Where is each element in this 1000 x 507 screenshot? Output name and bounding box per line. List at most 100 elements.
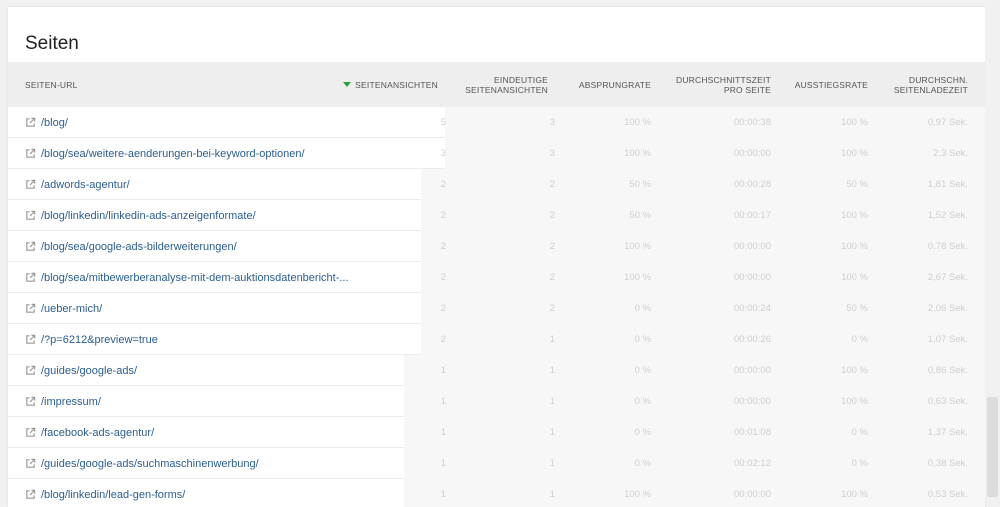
external-link-icon[interactable] (25, 210, 36, 221)
page-url-link[interactable]: /adwords-agentur/ (41, 179, 130, 191)
cell-load-time: 1,07 Sek. (927, 334, 968, 345)
page-url-link[interactable]: /blog/ (41, 117, 68, 129)
table-row: /blog/sea/weitere-aenderungen-bei-keywor… (8, 138, 985, 169)
cell-unique-pageviews: 1 (549, 489, 555, 500)
external-link-icon[interactable] (25, 117, 36, 128)
cell-url: /guides/google-ads/ (25, 355, 137, 386)
cell-unique-pageviews: 2 (549, 210, 555, 221)
cell-url: /blog/sea/weitere-aenderungen-bei-keywor… (25, 138, 305, 169)
cell-exit-rate: 100 % (841, 272, 868, 283)
cell-avg-time: 00:00:00 (734, 148, 771, 159)
column-header-exit-rate[interactable]: Ausstiegsrate (768, 62, 868, 107)
cell-load-time: 2,67 Sek. (927, 272, 968, 283)
page-url-link[interactable]: /blog/sea/mitbewerberanalyse-mit-dem-auk… (41, 272, 349, 284)
page-url-link[interactable]: /ueber-mich/ (41, 303, 102, 315)
page-url-link[interactable]: /blog/linkedin/linkedin-ads-anzeigenform… (41, 210, 256, 222)
cell-exit-rate: 100 % (841, 210, 868, 221)
table-row: /impressum/1 1 0 % 00:00:00 100 % 0,63 Sek. (8, 386, 985, 417)
cell-avg-time: 00:00:24 (734, 303, 771, 314)
column-header-unique-pageviews-label: Eindeutige Seitenansichten (465, 74, 548, 95)
external-link-icon[interactable] (25, 365, 36, 376)
cell-avg-time: 00:00:00 (734, 489, 771, 500)
vertical-scrollbar[interactable] (985, 7, 1000, 500)
cell-unique-pageviews: 1 (549, 458, 555, 469)
cell-url: /blog/linkedin/lead-gen-forms/ (25, 479, 185, 507)
scrollbar-thumb[interactable] (987, 397, 998, 497)
external-link-icon[interactable] (25, 427, 36, 438)
cell-url: /blog/ (25, 107, 68, 138)
cell-load-time: 1,52 Sek. (927, 210, 968, 221)
cell-bounce-rate: 100 % (624, 489, 651, 500)
external-link-icon[interactable] (25, 303, 36, 314)
cell-bounce-rate: 50 % (629, 210, 651, 221)
cell-load-time: 0,53 Sek. (927, 489, 968, 500)
external-link-icon[interactable] (25, 179, 36, 190)
cell-pageviews: 1 (440, 427, 446, 438)
external-link-icon[interactable] (25, 458, 36, 469)
page-url-link[interactable]: /?p=6212&preview=true (41, 334, 158, 346)
cell-bounce-rate: 50 % (629, 179, 651, 190)
cell-pageviews: 2 (440, 334, 446, 345)
column-header-load-time[interactable]: Durchschn. Seitenladezeit (868, 62, 968, 107)
external-link-icon[interactable] (25, 396, 36, 407)
cell-url: /?p=6212&preview=true (25, 324, 158, 355)
pages-report-panel: Seiten Seiten-URL Seitenansichten Eindeu… (8, 7, 985, 507)
page-url-link[interactable]: /guides/google-ads/suchmaschinenwerbung/ (41, 458, 259, 470)
page-url-link[interactable]: /blog/sea/google-ads-bilderweiterungen/ (41, 241, 237, 253)
column-header-avg-time-label: Durchschnittszeit pro Seite (675, 74, 771, 95)
external-link-icon[interactable] (25, 272, 36, 283)
cell-pageviews: 1 (440, 396, 446, 407)
cell-avg-time: 00:00:38 (734, 117, 771, 128)
column-header-unique-pageviews[interactable]: Eindeutige Seitenansichten (448, 62, 548, 107)
column-header-url[interactable]: Seiten-URL (25, 62, 325, 107)
cell-load-time: 0,86 Sek. (927, 365, 968, 376)
column-header-load-time-label: Durchschn. Seitenladezeit (893, 74, 968, 95)
page-title: Seiten (25, 33, 79, 54)
cell-avg-time: 00:00:00 (734, 396, 771, 407)
cell-unique-pageviews: 2 (549, 241, 555, 252)
cell-url: /blog/sea/mitbewerberanalyse-mit-dem-auk… (25, 262, 349, 293)
cell-load-time: 0,38 Sek. (927, 458, 968, 469)
table-row: /blog/linkedin/linkedin-ads-anzeigenform… (8, 200, 985, 231)
cell-pageviews: 5 (440, 117, 446, 128)
cell-load-time: 2,06 Sek. (927, 303, 968, 314)
external-link-icon[interactable] (25, 148, 36, 159)
column-header-avg-time[interactable]: Durchschnittszeit pro Seite (671, 62, 771, 107)
column-header-pageviews-label: Seitenansichten (355, 79, 438, 90)
page-url-link[interactable]: /impressum/ (41, 396, 101, 408)
page-url-link[interactable]: /guides/google-ads/ (41, 365, 137, 377)
cell-exit-rate: 50 % (846, 303, 868, 314)
cell-avg-time: 00:00:28 (734, 179, 771, 190)
cell-exit-rate: 0 % (851, 427, 868, 438)
cell-pageviews: 2 (440, 272, 446, 283)
table-row: /guides/google-ads/suchmaschinenwerbung/… (8, 448, 985, 479)
table-header: Seiten-URL Seitenansichten Eindeutige Se… (8, 62, 985, 107)
column-header-exit-rate-label: Ausstiegsrate (794, 79, 868, 90)
cell-unique-pageviews: 1 (549, 396, 555, 407)
cell-unique-pageviews: 3 (549, 117, 555, 128)
cell-unique-pageviews: 1 (549, 334, 555, 345)
page-url-link[interactable]: /blog/sea/weitere-aenderungen-bei-keywor… (41, 148, 305, 160)
table-row: /blog/sea/mitbewerberanalyse-mit-dem-auk… (8, 262, 985, 293)
table-row: /blog/5 3 100 % 00:00:38 100 % 0,97 Sek. (8, 107, 985, 138)
cell-bounce-rate: 100 % (624, 241, 651, 252)
table-row: /facebook-ads-agentur/1 1 0 % 00:01:08 0 % 1,… (8, 417, 985, 448)
table-row: /adwords-agentur/2 2 50 % 00:00:28 50 % 1,81 … (8, 169, 985, 200)
cell-load-time: 1,81 Sek. (927, 179, 968, 190)
external-link-icon[interactable] (25, 489, 36, 500)
cell-unique-pageviews: 2 (549, 303, 555, 314)
page-url-link[interactable]: /facebook-ads-agentur/ (41, 427, 154, 439)
cell-exit-rate: 0 % (851, 334, 868, 345)
cell-unique-pageviews: 3 (549, 148, 555, 159)
page-url-link[interactable]: /blog/linkedin/lead-gen-forms/ (41, 489, 185, 501)
cell-url: /impressum/ (25, 386, 101, 417)
column-header-bounce-rate[interactable]: Absprungrate (551, 62, 651, 107)
external-link-icon[interactable] (25, 241, 36, 252)
external-link-icon[interactable] (25, 334, 36, 345)
cell-bounce-rate: 0 % (634, 303, 651, 314)
table-row: /guides/google-ads/1 1 0 % 00:00:00 100 % 0,8… (8, 355, 985, 386)
cell-bounce-rate: 0 % (634, 458, 651, 469)
column-header-pageviews[interactable]: Seitenansichten (328, 62, 438, 107)
cell-unique-pageviews: 1 (549, 365, 555, 376)
cell-load-time: 1,37 Sek. (927, 427, 968, 438)
